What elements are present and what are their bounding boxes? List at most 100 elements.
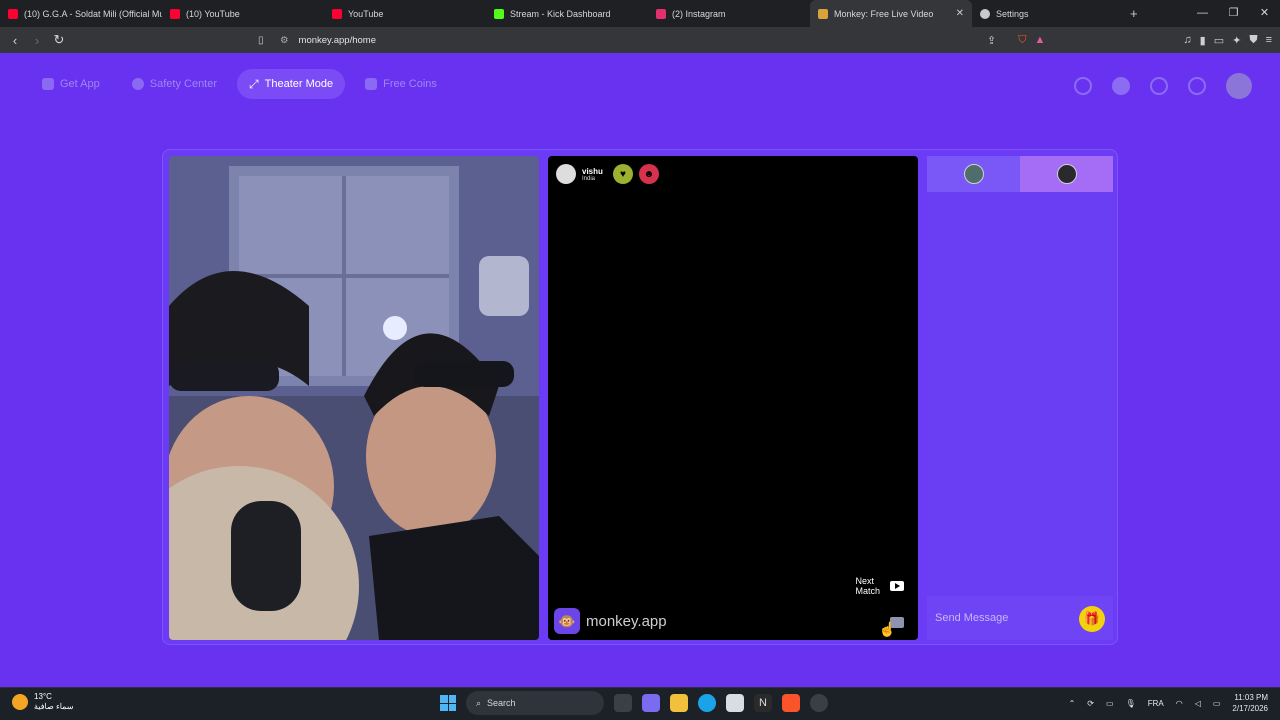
tab-label: Stream - Kick Dashboard — [510, 8, 611, 19]
vpn-icon[interactable]: ⛊ — [1249, 34, 1257, 47]
clock[interactable]: 11:03 PM 2/17/2026 — [1232, 692, 1268, 714]
volume-icon[interactable]: ◁ — [1195, 699, 1201, 708]
language-indicator[interactable]: FRA — [1148, 699, 1164, 708]
nav-label: Free Coins — [383, 78, 437, 90]
instagram-icon — [656, 8, 666, 19]
chat-tab-remote[interactable] — [1020, 156, 1113, 192]
taskbar-apps: ⌕ Search N — [440, 691, 828, 715]
profile-avatar[interactable] — [1226, 73, 1252, 99]
window-controls: — ❐ ✕ — [1187, 0, 1280, 27]
taskbar-search[interactable]: ⌕ Search — [466, 691, 604, 715]
close-window-icon[interactable]: ✕ — [1249, 0, 1280, 27]
sync-icon[interactable]: ⟳ — [1087, 699, 1094, 708]
menu-icon[interactable]: ≡ — [1266, 34, 1272, 46]
tab-label: (2) Instagram — [672, 8, 726, 19]
file-explorer-icon[interactable] — [670, 694, 688, 712]
media-icon[interactable]: ♫ — [1183, 34, 1191, 46]
brave-icon[interactable] — [782, 694, 800, 712]
system-tray: ⌃ ⟳ ▭ 🎙 FRA ◠ ◁ ▭ 11:03 PM 2/17/2026 — [1069, 692, 1268, 714]
monkey-logo-icon: 🐵 — [554, 608, 580, 634]
nav-get-app[interactable]: Get App — [30, 69, 112, 99]
back-icon[interactable]: ‹ — [4, 33, 26, 48]
nav-theater-mode[interactable]: ⤢ Theater Mode — [237, 69, 346, 99]
report-icon[interactable]: ☻ — [638, 164, 659, 184]
forward-icon[interactable]: › — [26, 33, 48, 48]
shield-icon — [131, 78, 144, 90]
battery-icon[interactable]: ▭ — [1213, 699, 1221, 708]
search-icon[interactable] — [1074, 77, 1092, 95]
network-device-icon[interactable]: ▭ — [1106, 699, 1114, 708]
close-tab-icon[interactable]: ✕ — [950, 8, 964, 19]
monkey-icon — [818, 8, 828, 19]
url-field[interactable]: ⚙ monkey.app/home — [280, 27, 376, 53]
url-text: monkey.app/home — [298, 34, 376, 46]
play-icon — [890, 581, 904, 591]
wifi-icon[interactable]: ◠ — [1176, 699, 1183, 708]
top-nav: Get App Safety Center ⤢ Theater Mode Fre… — [30, 69, 449, 99]
task-view-icon[interactable] — [614, 694, 632, 712]
chat-tab-local[interactable] — [927, 156, 1020, 192]
monkey-page: Get App Safety Center ⤢ Theater Mode Fre… — [0, 53, 1280, 687]
tab-label: (10) G.G.A - Soldat Mili (Official Music — [24, 8, 162, 19]
brave-rewards-icon[interactable]: ▲ — [1035, 34, 1046, 46]
wallet-icon[interactable]: ▭ — [1214, 34, 1224, 47]
weather-description: سماء صافية — [34, 702, 74, 711]
leo-icon[interactable]: ✦ — [1232, 34, 1241, 47]
remote-user-avatar[interactable] — [556, 164, 576, 184]
chat-icon[interactable] — [1188, 77, 1206, 95]
chat-panel: Send Message 🎁 — [927, 156, 1113, 640]
copilot-icon[interactable] — [642, 694, 660, 712]
camera-image — [169, 156, 539, 640]
edge-icon[interactable] — [698, 694, 716, 712]
local-user-avatar — [963, 164, 984, 184]
share-icon[interactable]: ⇪ — [987, 34, 996, 47]
brand-text: monkey.app — [586, 612, 667, 630]
minimize-icon[interactable]: — — [1187, 0, 1218, 27]
store-icon[interactable] — [726, 694, 744, 712]
nav-label: Safety Center — [149, 78, 218, 90]
address-bar: ‹ › ↻ ▯ ⚙ monkey.app/home ⇪ ⛉ ▲ ♫ ▮ ▭ ✦ … — [0, 27, 1280, 53]
heart-icon[interactable]: ♥ — [612, 164, 633, 184]
weather-widget[interactable]: 13°C سماء صافية — [12, 692, 74, 712]
send-message-box[interactable]: Send Message 🎁 — [927, 596, 1113, 640]
chat-participants — [927, 156, 1113, 192]
gift-icon — [365, 78, 378, 90]
temperature: 13°C — [34, 692, 52, 701]
tray-expand-icon[interactable]: ⌃ — [1069, 699, 1076, 708]
history-icon[interactable] — [1150, 77, 1168, 95]
remote-user-avatar-small — [1056, 164, 1077, 184]
nav-free-coins[interactable]: Free Coins — [353, 69, 449, 99]
next-match-button[interactable]: Next Match — [855, 576, 904, 596]
coins-icon[interactable] — [1112, 77, 1130, 95]
tab-monkey[interactable]: Monkey: Free Live Video Chat ✕ — [810, 0, 972, 27]
header-icons — [1074, 73, 1252, 99]
brave-shield-icon[interactable]: ⛉ — [1018, 34, 1026, 47]
remote-user-name: vishu — [582, 166, 603, 176]
nav-safety-center[interactable]: Safety Center — [120, 69, 229, 99]
site-info-icon[interactable]: ⚙ — [280, 35, 289, 46]
phone-icon — [42, 78, 54, 90]
monkey-watermark: 🐵 monkey.app — [554, 608, 667, 634]
notion-icon[interactable]: N — [754, 694, 772, 712]
new-tab-button[interactable]: + — [1122, 6, 1146, 21]
microphone-icon[interactable]: 🎙 — [1126, 699, 1136, 708]
video-chat-panel: vishu India ♥ ☻ Next Match 🐵 monkey.app … — [162, 149, 1118, 645]
nav-label: Get App — [60, 78, 100, 90]
tab-label: Settings — [996, 8, 1029, 19]
restore-icon[interactable]: ❐ — [1218, 0, 1249, 27]
steam-icon[interactable] — [810, 694, 828, 712]
date: 2/17/2026 — [1232, 704, 1268, 713]
tab-youtube[interactable]: YouTube — [324, 0, 486, 27]
search-icon: ⌕ — [476, 697, 482, 708]
tab-youtube-10[interactable]: (10) YouTube — [162, 0, 324, 27]
send-message-input[interactable]: Send Message — [935, 612, 1008, 624]
tab-gga-soldat-mili[interactable]: (10) G.G.A - Soldat Mili (Official Music — [0, 0, 162, 27]
reload-icon[interactable]: ↻ — [48, 32, 70, 48]
tab-settings[interactable]: Settings — [972, 0, 1122, 27]
sidebar-icon[interactable]: ▮ — [1200, 34, 1206, 47]
windows-start-icon[interactable] — [440, 695, 456, 711]
tab-instagram[interactable]: (2) Instagram — [648, 0, 810, 27]
tab-kick-dashboard[interactable]: Stream - Kick Dashboard — [486, 0, 648, 27]
bookmark-icon[interactable]: ▯ — [258, 35, 264, 46]
gift-button[interactable]: 🎁 — [1079, 606, 1105, 632]
